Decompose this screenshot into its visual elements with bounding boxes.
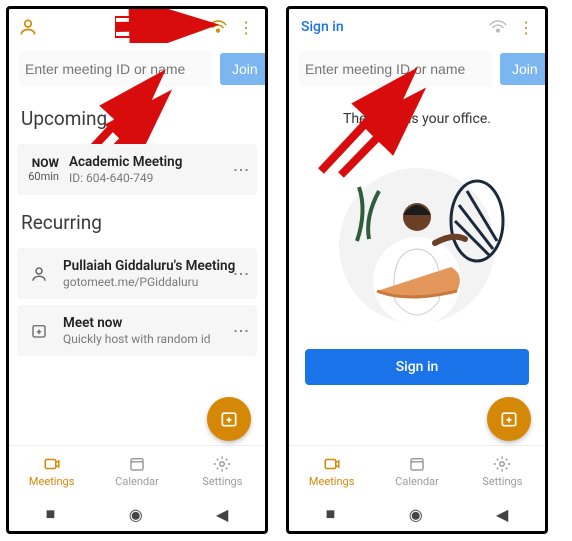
meeting-id-input[interactable] <box>299 51 492 87</box>
top-bar: ⋮ <box>9 9 265 45</box>
meeting-id-input[interactable] <box>19 51 212 87</box>
meeting-title: Academic Meeting <box>69 154 182 170</box>
tab-label: Calendar <box>115 475 159 488</box>
tab-label: Meetings <box>309 475 354 488</box>
recurring-sub: gotomeet.me/PGiddaluru <box>63 275 235 289</box>
content: The world is your office. Sign in <box>289 97 545 445</box>
nav-recent-icon[interactable]: ■ <box>46 504 56 524</box>
join-button[interactable]: Join <box>500 53 548 85</box>
nav-home-icon[interactable]: ◉ <box>129 505 143 524</box>
card-overflow-icon[interactable]: ⋮ <box>232 323 251 339</box>
tab-meetings[interactable]: Meetings <box>9 446 94 497</box>
tab-settings[interactable]: Settings <box>460 446 545 497</box>
tab-label: Settings <box>202 475 242 488</box>
search-row: Join <box>289 45 545 97</box>
nav-back-icon[interactable]: ◀ <box>496 505 508 524</box>
recurring-title: Meet now <box>63 315 211 331</box>
bottom-tabs: Meetings Calendar Settings <box>9 445 265 497</box>
tab-meetings[interactable]: Meetings <box>289 446 374 497</box>
nav-recent-icon[interactable]: ■ <box>326 504 336 524</box>
system-nav: ■ ◉ ◀ <box>9 497 265 531</box>
recurring-sub: Quickly host with random id <box>63 332 211 346</box>
tab-label: Calendar <box>395 475 439 488</box>
card-overflow-icon[interactable]: ⋮ <box>232 266 251 282</box>
new-meeting-fab[interactable] <box>487 397 531 441</box>
search-row: Join <box>9 45 265 97</box>
tab-label: Meetings <box>29 475 74 488</box>
account-icon[interactable] <box>17 16 39 38</box>
nav-back-icon[interactable]: ◀ <box>216 505 228 524</box>
meeting-id-label: ID: 604-640-749 <box>69 171 182 185</box>
person-icon <box>25 265 53 283</box>
left-phone: ⋮ Join Upcoming NOW 60min Academic Meeti… <box>6 6 268 534</box>
tab-calendar[interactable]: Calendar <box>94 446 179 497</box>
recurring-title: Pullaiah Giddaluru's Meeting <box>63 258 235 274</box>
recurring-card[interactable]: Meet now Quickly host with random id ⋮ <box>17 305 257 356</box>
speed-test-icon[interactable] <box>487 16 509 38</box>
instant-meet-icon <box>25 322 53 340</box>
overflow-menu-icon[interactable]: ⋮ <box>235 16 257 38</box>
system-nav: ■ ◉ ◀ <box>289 497 545 531</box>
tab-settings[interactable]: Settings <box>180 446 265 497</box>
bottom-tabs: Meetings Calendar Settings <box>289 445 545 497</box>
nav-home-icon[interactable]: ◉ <box>409 505 423 524</box>
recurring-card[interactable]: Pullaiah Giddaluru's Meeting gotomeet.me… <box>17 248 257 299</box>
sign-in-link[interactable]: Sign in <box>297 19 344 35</box>
recurring-header: Recurring <box>15 201 259 242</box>
overflow-menu-icon[interactable]: ⋮ <box>515 16 537 38</box>
tab-label: Settings <box>482 475 522 488</box>
when-badge: NOW <box>25 156 59 170</box>
right-phone: Sign in ⋮ Join The world is your office. <box>286 6 548 534</box>
duration-label: 60min <box>25 170 59 183</box>
join-button[interactable]: Join <box>220 53 268 85</box>
upcoming-header: Upcoming <box>15 97 259 138</box>
card-overflow-icon[interactable]: ⋮ <box>232 162 251 178</box>
hero-text: The world is your office. <box>295 97 539 127</box>
top-bar: Sign in ⋮ <box>289 9 545 45</box>
new-meeting-fab[interactable] <box>207 397 251 441</box>
tab-calendar[interactable]: Calendar <box>374 446 459 497</box>
speed-test-icon[interactable] <box>207 16 229 38</box>
content: Upcoming NOW 60min Academic Meeting ID: … <box>9 97 265 445</box>
sign-in-button[interactable]: Sign in <box>305 349 529 385</box>
upcoming-meeting-card[interactable]: NOW 60min Academic Meeting ID: 604-640-7… <box>17 144 257 195</box>
hero-illustration <box>317 151 517 331</box>
